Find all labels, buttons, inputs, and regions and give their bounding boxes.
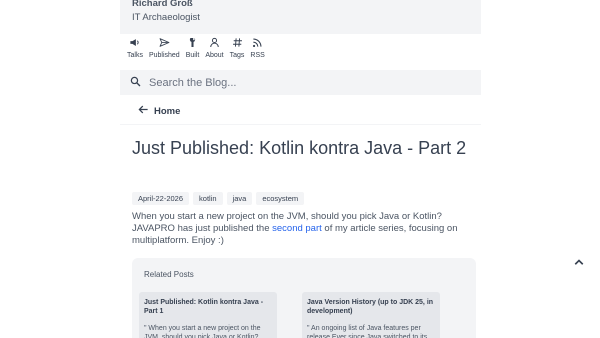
tag-kotlin[interactable]: kotlin bbox=[193, 192, 223, 205]
related-post-card[interactable]: Java Version History (up to JDK 25, in d… bbox=[302, 292, 440, 338]
related-post-excerpt: " An ongoing list of Java features per r… bbox=[307, 325, 428, 338]
post-title: Just Published: Kotlin kontra Java - Par… bbox=[132, 138, 467, 158]
nav-label: Published bbox=[148, 52, 180, 59]
wrench-icon bbox=[187, 34, 198, 50]
second-part-link[interactable]: second part bbox=[272, 223, 322, 234]
arrow-left-icon bbox=[138, 104, 149, 118]
user-icon bbox=[209, 34, 220, 50]
nav-item-talks[interactable]: Talks bbox=[127, 34, 143, 67]
related-post-title: Just Published: Kotlin kontra Java - Par… bbox=[144, 299, 264, 315]
nav-label: RSS bbox=[250, 52, 265, 59]
nav-item-published[interactable]: Published bbox=[149, 34, 180, 67]
megaphone-icon bbox=[129, 34, 140, 50]
hash-icon bbox=[232, 34, 243, 50]
search-icon bbox=[130, 74, 141, 92]
nav-label: Tags bbox=[229, 52, 245, 59]
divider bbox=[120, 124, 481, 125]
related-post-card[interactable]: Just Published: Kotlin kontra Java - Par… bbox=[139, 292, 277, 338]
nav-label: Talks bbox=[127, 52, 143, 59]
search-bar bbox=[120, 70, 481, 95]
post-date: April-22-2026 bbox=[132, 192, 190, 205]
related-posts-heading: Related Posts bbox=[144, 270, 194, 279]
post-summary: When you start a new project on the JVM,… bbox=[132, 211, 472, 247]
site-subtitle: IT Archaeologist bbox=[132, 12, 200, 23]
rss-icon bbox=[252, 34, 263, 50]
nav-label: About bbox=[205, 52, 224, 59]
tag-java[interactable]: java bbox=[226, 192, 253, 205]
site-header: Richard Groß IT Archaeologist bbox=[120, 0, 481, 34]
nav-item-tags[interactable]: Tags bbox=[229, 34, 245, 67]
home-link[interactable]: Home bbox=[133, 104, 180, 118]
search-input[interactable] bbox=[149, 76, 449, 89]
nav-item-rss[interactable]: RSS bbox=[250, 34, 265, 67]
related-post-excerpt: " When you start a new project on the JV… bbox=[144, 325, 261, 338]
paper-plane-icon bbox=[159, 34, 170, 50]
scroll-to-top-button[interactable] bbox=[573, 255, 585, 267]
site-name[interactable]: Richard Groß bbox=[132, 0, 469, 9]
chevron-up-icon bbox=[573, 255, 585, 272]
nav-label: Built bbox=[185, 52, 200, 59]
nav-item-about[interactable]: About bbox=[205, 34, 224, 67]
post-meta: April-22-2026 kotlin java ecosystem bbox=[132, 192, 308, 205]
related-post-title: Java Version History (up to JDK 25, in d… bbox=[307, 299, 434, 315]
main-nav: Talks Published Built About Tags RSS bbox=[120, 34, 481, 67]
tag-ecosystem[interactable]: ecosystem bbox=[256, 192, 305, 205]
home-label: Home bbox=[154, 105, 181, 117]
related-posts: Related Posts Just Published: Kotlin kon… bbox=[132, 258, 476, 338]
nav-item-built[interactable]: Built bbox=[185, 34, 200, 67]
